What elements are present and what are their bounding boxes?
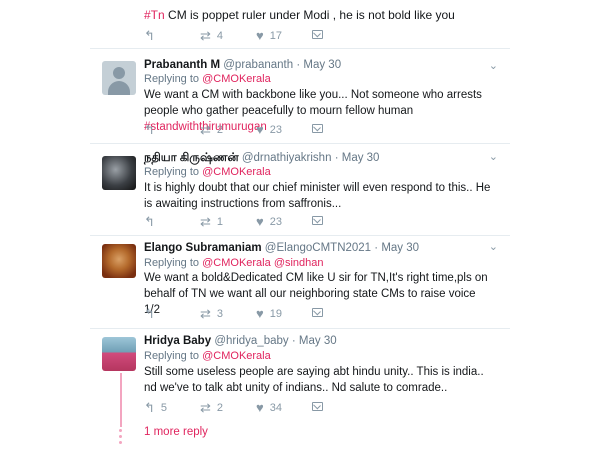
tweet[interactable]: Hridya Baby @hridya_baby · May 30 Replyi… <box>90 328 510 450</box>
replying-to: Replying to @CMOKerala @sindhan <box>144 257 324 269</box>
tweet[interactable]: நதியா கிருஷ்ணன் @drnathiyakrishn · May 3… <box>90 143 510 235</box>
tweet-text: Still some useless people are saying abt… <box>144 366 484 394</box>
reply-button[interactable]: ↰ <box>144 122 155 138</box>
mention-link[interactable]: @CMOKerala <box>202 257 271 269</box>
timestamp[interactable]: May 30 <box>303 59 341 71</box>
mention-link[interactable]: @sindhan <box>274 257 324 269</box>
tweet-actions: ↰ ⇄ 1 ♥ 23 <box>144 214 354 230</box>
mention-link[interactable]: @CMOKerala <box>202 350 271 362</box>
reply-icon: ↰ <box>144 214 155 229</box>
author-name[interactable]: Prabananth M <box>144 59 220 71</box>
tweet-header: Elango Subramaniam @ElangoCMTN2021 · May… <box>144 242 420 254</box>
author-handle[interactable]: @drnathiyakrishn <box>242 152 332 164</box>
direct-message-button[interactable] <box>312 306 323 318</box>
direct-message-button[interactable] <box>312 400 323 412</box>
heart-icon: ♥ <box>256 214 264 229</box>
direct-message-button[interactable] <box>312 122 323 134</box>
tweet-actions: ↰ ⇄ 2 ♥ 23 <box>144 122 354 138</box>
like-button[interactable]: ♥ 23 <box>256 214 282 229</box>
retweet-button[interactable]: ⇄ 2 <box>200 122 223 138</box>
author-handle[interactable]: @hridya_baby <box>214 335 288 347</box>
avatar[interactable] <box>102 337 136 371</box>
avatar[interactable] <box>102 61 136 95</box>
like-button[interactable]: ♥ 34 <box>256 400 282 415</box>
mention-link[interactable]: @CMOKerala <box>202 166 271 178</box>
direct-message-icon <box>312 307 323 317</box>
replying-to: Replying to @CMOKerala <box>144 73 271 85</box>
direct-message-icon <box>312 401 323 411</box>
like-button[interactable]: ♥ 19 <box>256 306 282 321</box>
reply-icon: ↰ <box>144 306 155 321</box>
like-button[interactable]: ♥ 17 <box>256 28 282 43</box>
retweet-icon: ⇄ <box>200 400 211 415</box>
thread-dots <box>119 429 123 447</box>
tweet[interactable]: Elango Subramaniam @ElangoCMTN2021 · May… <box>90 235 510 328</box>
chevron-down-icon[interactable]: ⌄ <box>489 59 498 72</box>
reply-button[interactable]: ↰ <box>144 214 155 230</box>
author-name[interactable]: Elango Subramaniam <box>144 242 262 254</box>
heart-icon: ♥ <box>256 306 264 321</box>
timestamp[interactable]: May 30 <box>381 242 419 254</box>
chevron-down-icon[interactable]: ⌄ <box>489 150 498 163</box>
retweet-button[interactable]: ⇄ 4 <box>200 28 223 44</box>
chevron-down-icon[interactable]: ⌄ <box>489 240 498 253</box>
heart-icon: ♥ <box>256 400 264 415</box>
replying-to: Replying to @CMOKerala <box>144 350 271 362</box>
retweet-icon: ⇄ <box>200 122 211 137</box>
more-replies-link[interactable]: 1 more reply <box>144 426 208 438</box>
retweet-icon: ⇄ <box>200 28 211 43</box>
mention-link[interactable]: @CMOKerala <box>202 73 271 85</box>
tweet-header: Hridya Baby @hridya_baby · May 30 <box>144 335 337 347</box>
reply-button[interactable]: ↰ 5 <box>144 400 167 416</box>
author-name[interactable]: Hridya Baby <box>144 335 211 347</box>
direct-message-button[interactable] <box>312 28 323 40</box>
like-button[interactable]: ♥ 23 <box>256 122 282 137</box>
author-handle[interactable]: @prabananth <box>223 59 293 71</box>
hashtag-link[interactable]: #Tn <box>144 8 165 22</box>
direct-message-button[interactable] <box>312 214 323 226</box>
partial-tweet-text: #Tn CM is poppet ruler under Modi , he i… <box>144 8 455 22</box>
retweet-button[interactable]: ⇄ 3 <box>200 306 223 322</box>
author-handle[interactable]: @ElangoCMTN2021 <box>265 242 371 254</box>
timestamp[interactable]: May 30 <box>342 152 380 164</box>
avatar[interactable] <box>102 244 136 278</box>
direct-message-icon <box>312 123 323 133</box>
tweet-text: It is highly doubt that our chief minist… <box>144 182 491 210</box>
tweet-actions: ↰ 5 ⇄ 2 ♥ 34 <box>144 400 354 416</box>
retweet-icon: ⇄ <box>200 306 211 321</box>
heart-icon: ♥ <box>256 122 264 137</box>
thread-line <box>120 373 122 427</box>
retweet-button[interactable]: ⇄ 2 <box>200 400 223 416</box>
retweet-icon: ⇄ <box>200 214 211 229</box>
reply-icon: ↰ <box>144 28 155 43</box>
tweet-header: Prabananth M @prabananth · May 30 <box>144 59 342 71</box>
retweet-button[interactable]: ⇄ 1 <box>200 214 223 230</box>
replying-to: Replying to @CMOKerala <box>144 166 271 178</box>
tweet-feed: #Tn CM is poppet ruler under Modi , he i… <box>90 0 510 450</box>
timestamp[interactable]: May 30 <box>299 335 337 347</box>
tweet[interactable]: Prabananth M @prabananth · May 30 ⌄ Repl… <box>90 48 510 143</box>
reply-icon: ↰ <box>144 122 155 137</box>
tweet-actions: ↰ ⇄ 3 ♥ 19 <box>144 306 354 322</box>
direct-message-icon <box>312 29 323 39</box>
avatar[interactable] <box>102 156 136 190</box>
reply-icon: ↰ <box>144 400 155 415</box>
reply-button[interactable]: ↰ <box>144 306 155 322</box>
tweet-actions: ↰ ⇄ 4 ♥ 17 <box>144 28 354 44</box>
author-name[interactable]: நதியா கிருஷ்ணன் <box>144 152 239 164</box>
tweet-header: நதியா கிருஷ்ணன் @drnathiyakrishn · May 3… <box>144 152 380 164</box>
reply-button[interactable]: ↰ <box>144 28 155 44</box>
direct-message-icon <box>312 215 323 225</box>
heart-icon: ♥ <box>256 28 264 43</box>
